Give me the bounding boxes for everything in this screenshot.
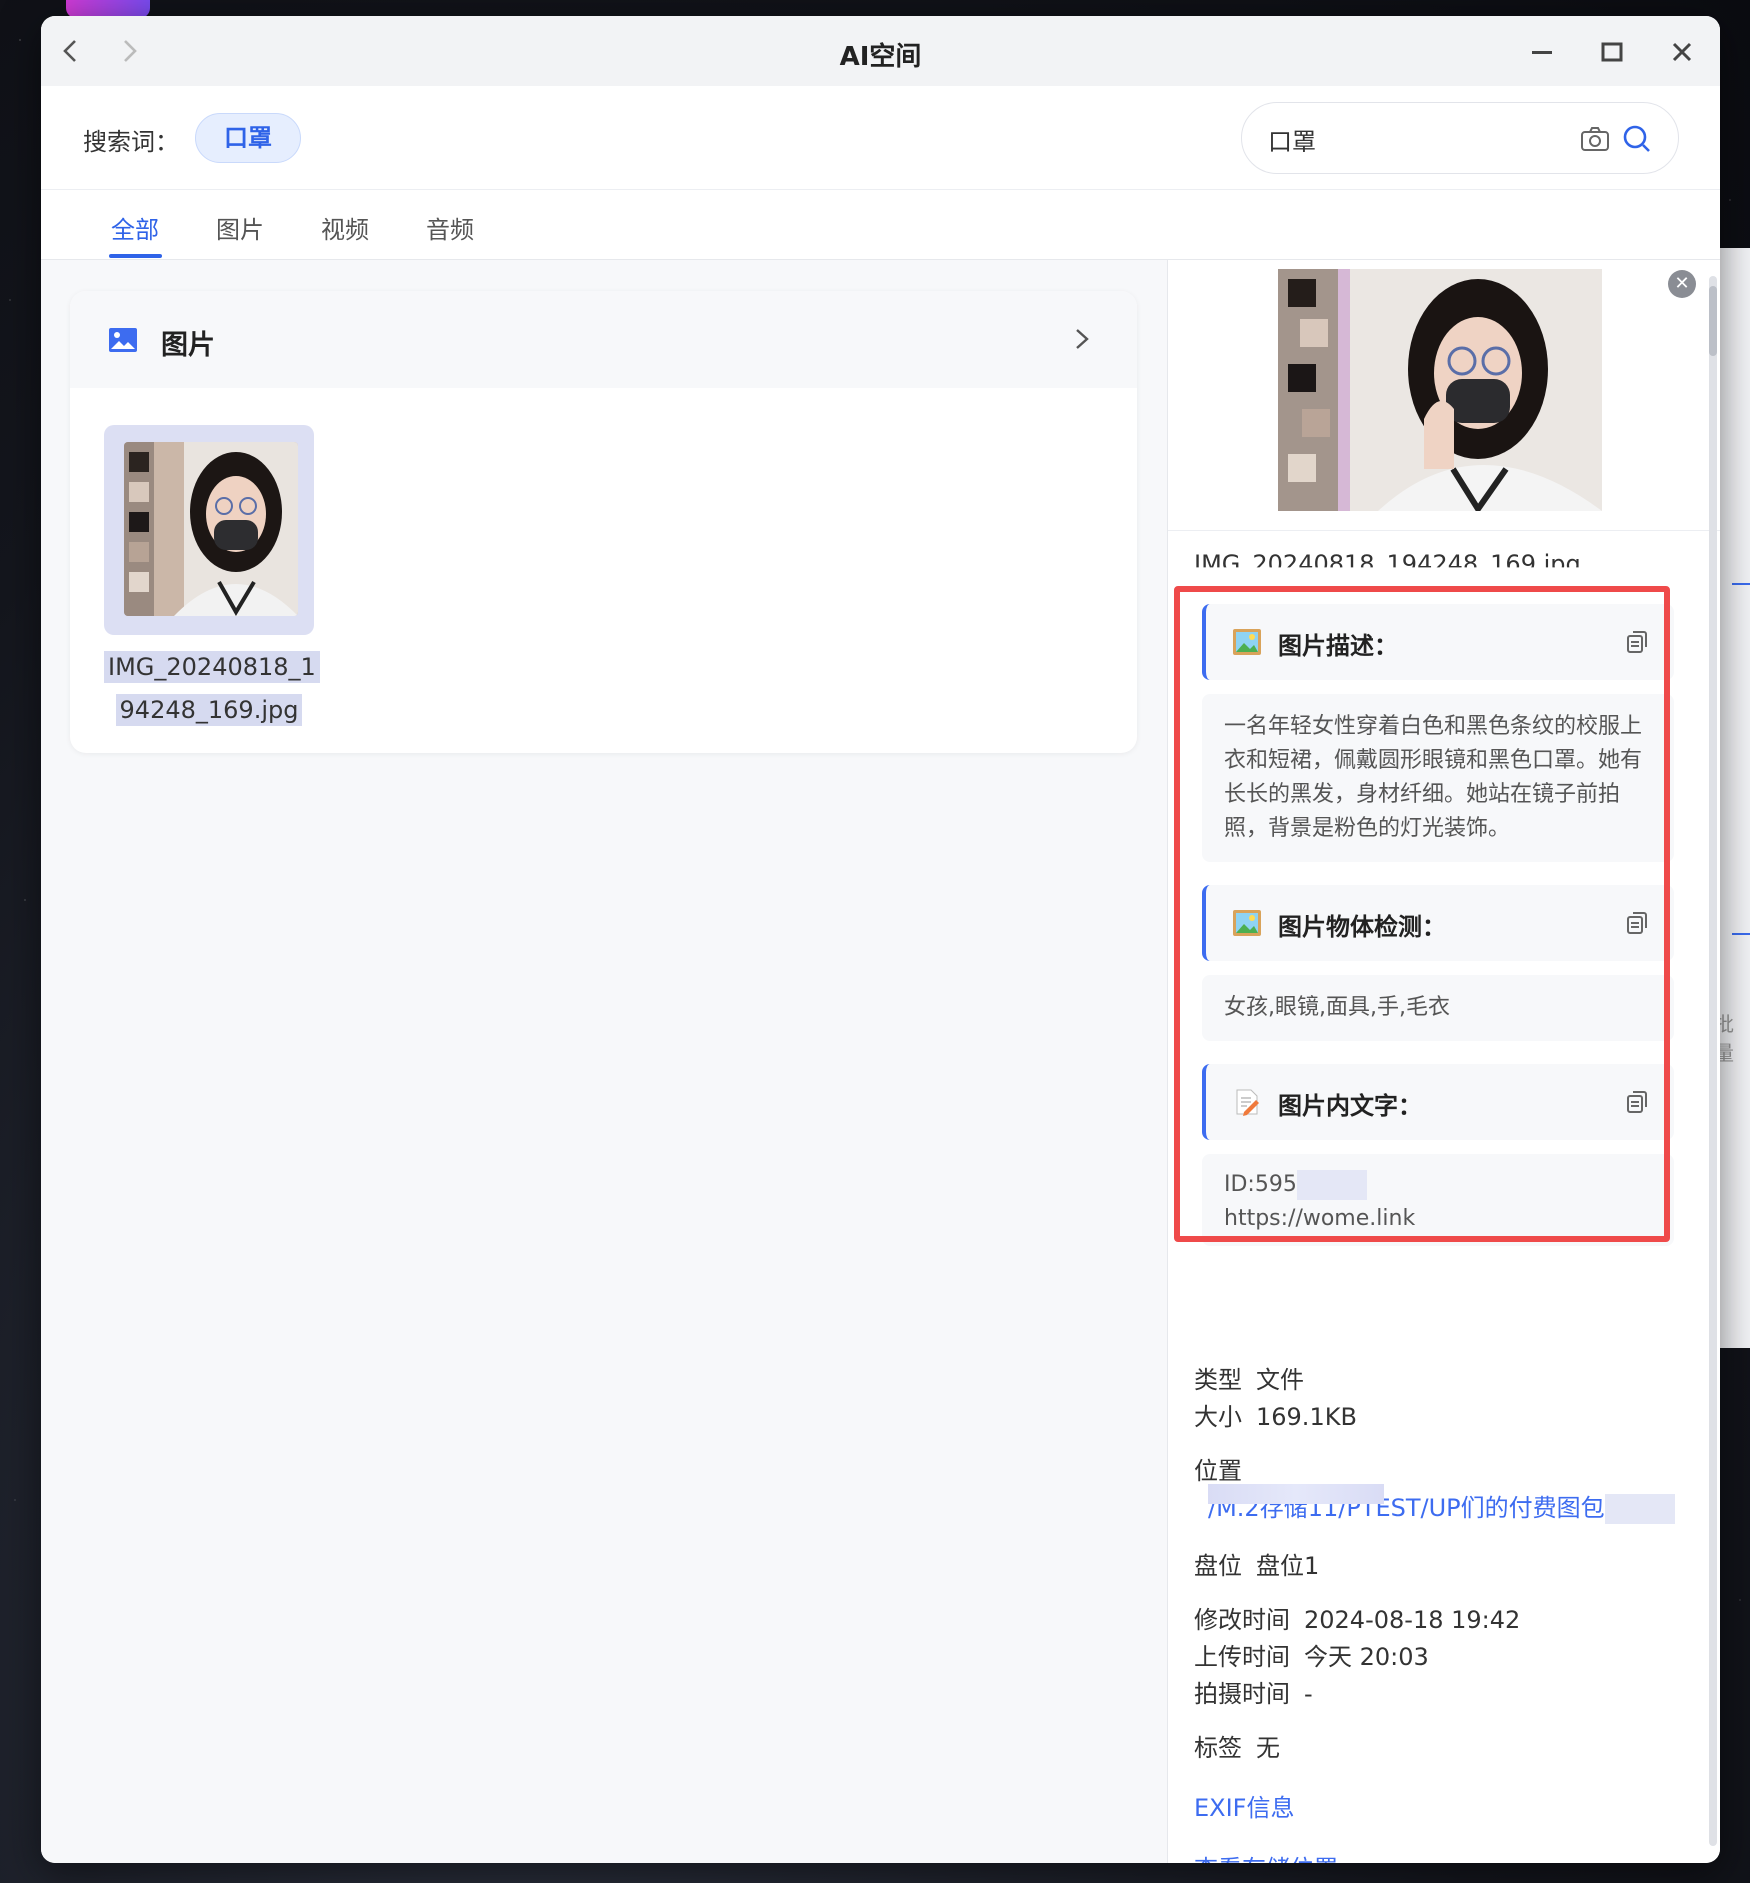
ocr-title: 图片内文字： xyxy=(1278,1092,1422,1120)
scrollbar-thumb[interactable] xyxy=(1709,286,1717,356)
window-title: AI空间 xyxy=(839,42,922,72)
active-tab-indicator xyxy=(109,254,162,258)
copy-icon[interactable] xyxy=(1626,630,1648,654)
minimize-button[interactable] xyxy=(1528,38,1556,66)
scrollbar-track[interactable] xyxy=(1709,276,1717,1846)
chevron-right-icon[interactable] xyxy=(1070,325,1094,353)
object-detection-text: 女孩,眼镜,面具,手,毛衣 xyxy=(1202,975,1674,1041)
image-preview[interactable] xyxy=(1278,269,1602,511)
filename-line1: IMG_20240818_1 xyxy=(104,651,320,683)
close-panel-button[interactable]: ✕ xyxy=(1668,270,1696,298)
ocr-line1: ID:595 xyxy=(1224,1172,1297,1197)
camera-icon[interactable] xyxy=(1580,125,1610,153)
tab-bar: 全部 图片 视频 音频 xyxy=(41,190,1720,260)
minimize-icon xyxy=(1532,51,1552,54)
meta-location-label: 位置 xyxy=(1194,1457,1242,1485)
redaction-blur xyxy=(1296,1170,1367,1200)
meta-uploaded: 上传时间 今天 20:03 xyxy=(1194,1643,1429,1671)
redaction-blur xyxy=(1208,1484,1384,1504)
maximize-icon xyxy=(1601,42,1623,62)
tab-videos[interactable]: 视频 xyxy=(321,210,369,245)
picture-emoji-icon xyxy=(1233,629,1261,655)
tab-all[interactable]: 全部 xyxy=(111,210,159,245)
object-detection-section: 图片物体检测： 女孩,眼镜,面具,手,毛衣 xyxy=(1202,885,1674,1041)
object-detection-title: 图片物体检测： xyxy=(1278,913,1446,941)
meta-type: 类型 文件 xyxy=(1194,1366,1304,1394)
divider xyxy=(1168,530,1720,531)
results-area: 图片 IMG_20240818_1 94248_169.jpg xyxy=(41,260,1167,1863)
description-section: 图片描述： 一名年轻女性穿着白色和黑色条纹的校服上衣和短裙，佩戴圆形眼镜和黑色口… xyxy=(1202,604,1674,862)
meta-tags: 标签无 xyxy=(1194,1734,1280,1762)
ocr-header: 图片内文字： xyxy=(1202,1064,1674,1140)
meta-slot: 盘位 盘位1 xyxy=(1194,1552,1320,1580)
meta-size: 大小 169.1KB xyxy=(1194,1403,1357,1431)
ocr-line2: https://wome.link xyxy=(1224,1206,1416,1231)
close-icon xyxy=(1672,42,1692,62)
title-bar: AI空间 xyxy=(41,16,1720,86)
card-header[interactable]: 图片 xyxy=(70,291,1137,388)
photo-thumbnail xyxy=(124,442,298,616)
redaction-blur xyxy=(1604,1494,1675,1524)
result-thumbnail[interactable] xyxy=(104,425,314,635)
details-panel: ✕ IMG_20240818_194248_169.jpg 图片描述： 一名年轻… xyxy=(1167,260,1720,1863)
copy-icon[interactable] xyxy=(1626,911,1648,935)
card-title: 图片 xyxy=(161,330,215,361)
keyword-label: 搜索词： xyxy=(83,128,179,156)
picture-emoji-icon xyxy=(1233,910,1261,936)
search-bar: 搜索词： 口罩 xyxy=(41,86,1720,190)
search-input[interactable] xyxy=(1268,121,1568,157)
ocr-section: 图片内文字： ID:595 https://wome.link xyxy=(1202,1064,1674,1246)
memo-emoji-icon xyxy=(1236,1089,1259,1116)
meta-modified: 修改时间 2024-08-18 19:42 xyxy=(1194,1606,1521,1634)
filename-line2: 94248_169.jpg xyxy=(115,694,303,726)
copy-icon[interactable] xyxy=(1626,1090,1648,1114)
description-header: 图片描述： xyxy=(1202,604,1674,680)
object-detection-header: 图片物体检测： xyxy=(1202,885,1674,961)
meta-shot-time: 拍摄时间 - xyxy=(1194,1680,1313,1708)
result-filename[interactable]: IMG_20240818_1 94248_169.jpg xyxy=(104,646,320,732)
maximize-button[interactable] xyxy=(1598,38,1626,66)
exif-link[interactable]: EXIF信息 xyxy=(1194,1788,1295,1823)
search-box xyxy=(1241,102,1679,174)
keyword-chip[interactable]: 口罩 xyxy=(195,113,301,163)
tab-images[interactable]: 图片 xyxy=(216,210,264,245)
tab-audio[interactable]: 音频 xyxy=(426,210,474,245)
description-text: 一名年轻女性穿着白色和黑色条纹的校服上衣和短裙，佩戴圆形眼镜和黑色口罩。她有长长… xyxy=(1202,694,1674,862)
search-icon[interactable] xyxy=(1622,124,1652,154)
app-window: AI空间 搜索词： 口罩 全部 图片 视频 音频 图片 xyxy=(41,16,1720,1863)
close-button[interactable] xyxy=(1668,38,1696,66)
storage-location-link[interactable]: 查看存储位置 xyxy=(1194,1849,1338,1863)
image-icon xyxy=(109,328,137,352)
ocr-text: ID:595 https://wome.link xyxy=(1202,1154,1674,1246)
image-results-card: 图片 IMG_20240818_1 94248_169.jpg xyxy=(70,291,1137,753)
description-title: 图片描述： xyxy=(1278,632,1398,660)
detail-filename: IMG_20240818_194248_169.jpg xyxy=(1194,550,1581,578)
